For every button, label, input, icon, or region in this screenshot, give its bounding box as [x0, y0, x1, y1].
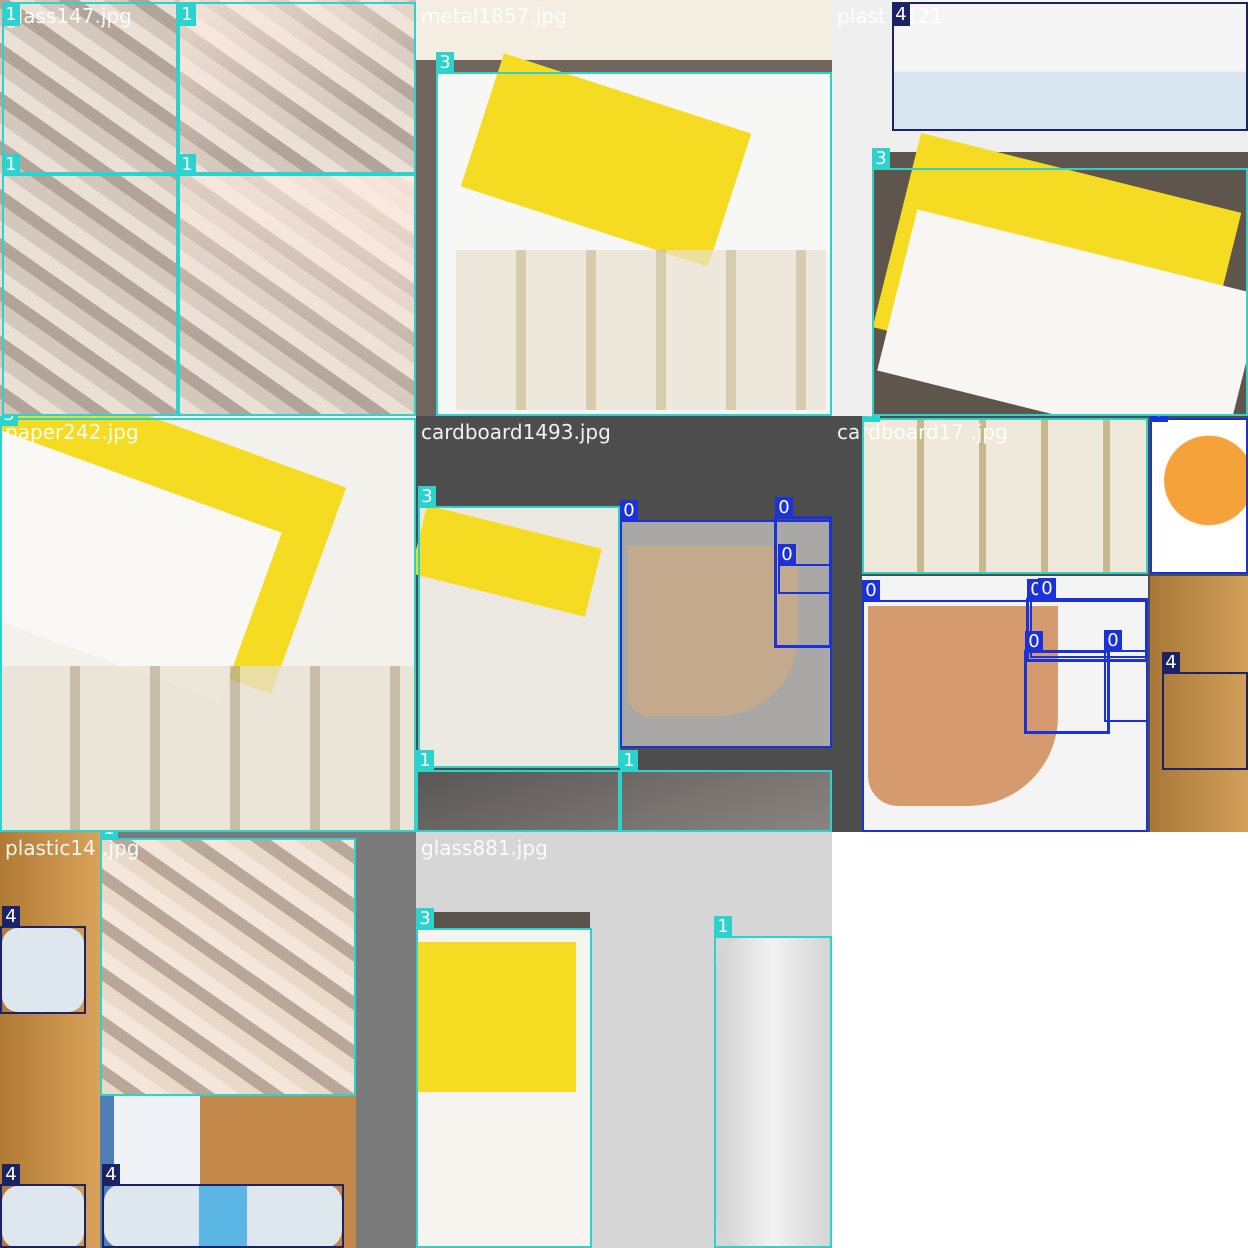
- bbox-class-4[interactable]: 4: [102, 1164, 344, 1248]
- bbox-class-3[interactable]: 3: [416, 908, 592, 1248]
- tile-title: metal1857.jpg: [421, 4, 567, 28]
- bbox-class-4[interactable]: 4: [0, 906, 86, 1014]
- bbox-label: 1: [416, 750, 434, 772]
- bbox-label: 0: [1104, 630, 1122, 652]
- tile-cardboard1493: cardboard1493.jpg 3 0 0 0 1 1: [416, 416, 832, 832]
- bbox-class-1[interactable]: 1: [2, 154, 178, 416]
- bbox-label: 0: [1150, 416, 1168, 422]
- bbox-class-3[interactable]: 3: [436, 52, 832, 416]
- bbox-label: 0: [1038, 578, 1056, 600]
- bbox-label: 3: [436, 52, 454, 74]
- tile-glass881: glass881.jpg 3 1: [416, 832, 832, 1248]
- tile-title: cardboard1493.jpg: [421, 420, 611, 444]
- bbox-label: 4: [2, 906, 20, 928]
- bbox-class-3[interactable]: 3: [0, 416, 416, 832]
- bbox-class-4[interactable]: 4: [1162, 652, 1248, 770]
- tile-title: glass881.jpg: [421, 836, 548, 860]
- bbox-label: 0: [862, 580, 880, 602]
- bbox-label: 3: [416, 908, 434, 930]
- bbox-class-4[interactable]: 4: [0, 1164, 86, 1248]
- bbox-class-1[interactable]: 1: [100, 832, 356, 1096]
- bbox-class-0[interactable]: 0: [1104, 630, 1148, 722]
- tile-glass147: glass147.jpg 1 1 1 1: [0, 0, 416, 416]
- bbox-class-0[interactable]: 0: [1030, 578, 1148, 658]
- bbox-label: 0: [620, 500, 638, 522]
- bbox-label: 1: [178, 4, 196, 26]
- bbox-class-0[interactable]: 0: [1024, 631, 1110, 734]
- bbox-label: 1: [178, 154, 196, 176]
- bbox-label: 1: [100, 832, 118, 840]
- tile-metal1857: metal1857.jpg 3: [416, 0, 832, 416]
- bbox-label: 0: [1025, 631, 1043, 653]
- bbox-class-3[interactable]: 3: [862, 416, 1148, 574]
- bbox-label: 1: [714, 916, 732, 938]
- bbox-class-1[interactable]: 1: [2, 2, 178, 174]
- bbox-label: 0: [775, 497, 793, 519]
- tile-cardboard17: cardboard17 .jpg 3 0 0 0 0 0 0 4: [832, 416, 1248, 832]
- bbox-class-1[interactable]: 1: [714, 916, 832, 1248]
- bbox-label: 0: [778, 544, 796, 566]
- bbox-class-0[interactable]: 0: [778, 544, 832, 594]
- bbox-class-1[interactable]: 1: [178, 154, 416, 416]
- bbox-class-1[interactable]: 1: [178, 2, 416, 174]
- bbox-class-1[interactable]: 1: [620, 750, 832, 832]
- bbox-class-3[interactable]: 3: [872, 148, 1248, 416]
- bbox-class-4[interactable]: 4: [892, 2, 1248, 131]
- bbox-label: 3: [0, 416, 18, 426]
- bbox-label: 4: [2, 1164, 20, 1186]
- tile-plastic14: plastic14 .jpg 1 4 4 4: [0, 832, 416, 1248]
- bbox-class-3[interactable]: 3: [418, 486, 620, 768]
- bbox-class-0[interactable]: 0: [1150, 416, 1248, 574]
- bbox-label: 1: [620, 750, 638, 772]
- bbox-label: 3: [418, 486, 436, 508]
- bbox-label: 3: [872, 148, 890, 170]
- bbox-class-1[interactable]: 1: [416, 750, 620, 832]
- tile-paper242: paper242.jpg 3: [0, 416, 416, 832]
- bbox-label: 4: [1162, 652, 1180, 674]
- empty-grid-cell: [832, 832, 1248, 1248]
- bbox-label: 3: [862, 416, 880, 422]
- tile-plastic2121: plast 2121 4 3: [832, 0, 1248, 416]
- bbox-label: 1: [2, 154, 20, 176]
- bbox-label: 1: [2, 4, 20, 26]
- bbox-label: 4: [102, 1164, 120, 1186]
- bbox-label: 4: [892, 4, 910, 26]
